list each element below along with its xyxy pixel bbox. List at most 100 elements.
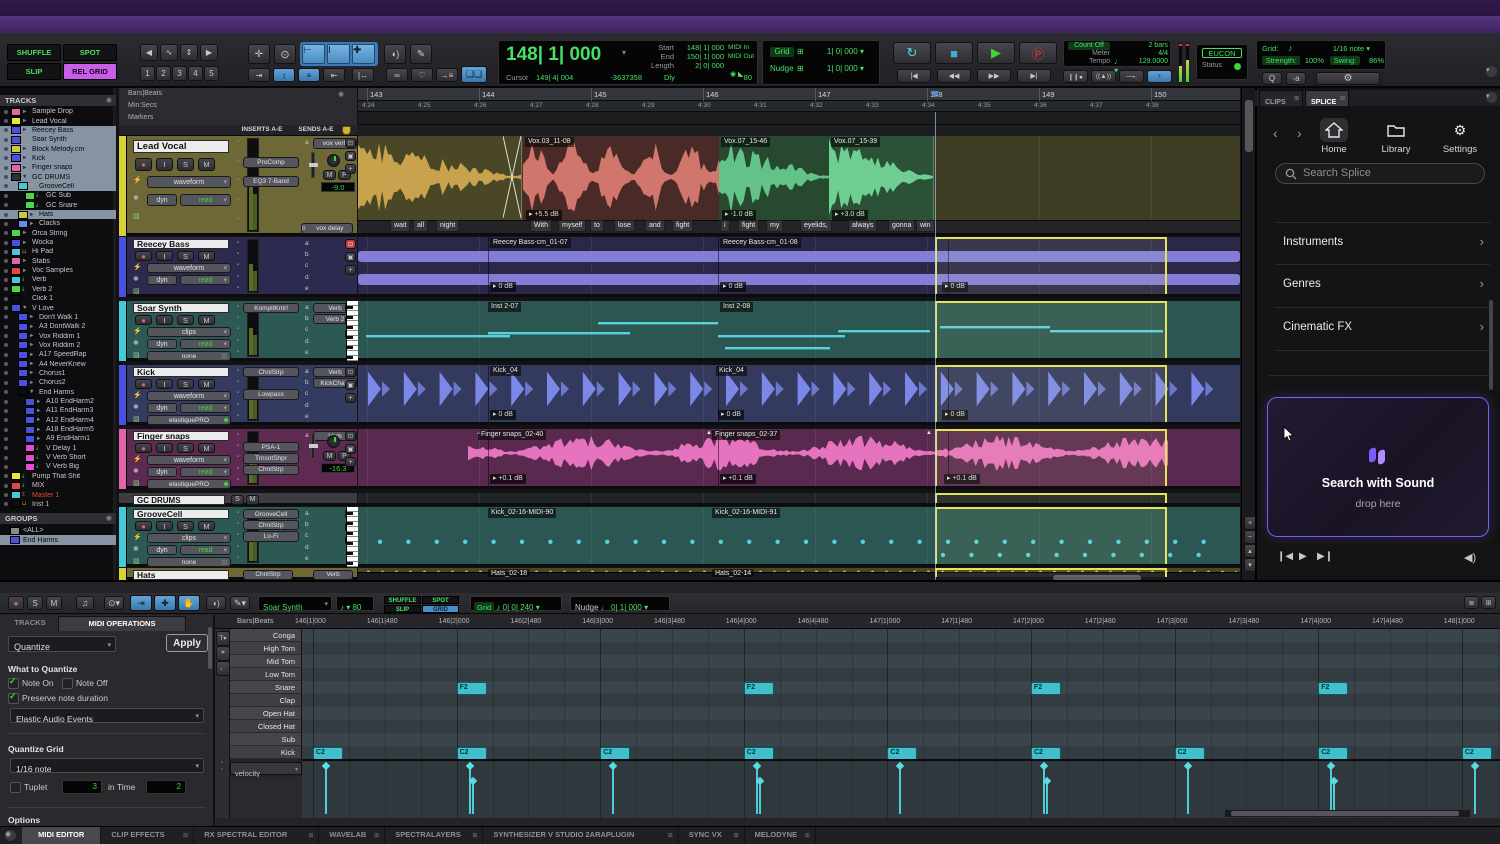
- folder-m-button[interactable]: M: [246, 495, 259, 505]
- bottom-tab-synthesizer-v-studio-2araplugin[interactable]: SYNTHESIZER V STUDIO 2ARAPLUGIN⊞: [485, 827, 678, 844]
- track-type-icon[interactable]: ►: [22, 268, 29, 274]
- midi-trim-tool-icon[interactable]: ⇥: [130, 595, 152, 611]
- track-active-dot[interactable]: [4, 213, 8, 217]
- track-name-box-finger-snaps[interactable]: Finger snaps: [133, 431, 229, 441]
- velocity-stem[interactable]: [469, 766, 471, 814]
- zoom-preset-3[interactable]: 3: [172, 66, 187, 81]
- track-type-icon[interactable]: ⊔: [22, 249, 29, 255]
- record-arm-button-reecey-bass[interactable]: ●: [135, 251, 152, 261]
- zoom-out-arrow-icon[interactable]: ◀: [140, 44, 158, 61]
- countoff-button[interactable]: ⟶.: [1119, 70, 1144, 83]
- track-options-button-finger-snaps[interactable]: ⊡: [345, 431, 356, 441]
- track-list-item-v-delay-1[interactable]: ⤓ V Delay 1: [0, 444, 116, 453]
- track-list-item-click-1[interactable]: Click 1: [0, 294, 116, 303]
- track-active-dot[interactable]: [4, 241, 8, 245]
- drum-lane-name-conga[interactable]: Conga: [230, 629, 302, 642]
- send-b-lead-vocal[interactable]: bvox delay: [301, 223, 353, 234]
- input-monitor-button-lead-vocal[interactable]: I: [156, 158, 173, 171]
- bottom-tab-rx-spectral-editor[interactable]: RX SPECTRAL EDITOR⊞: [196, 827, 319, 844]
- loop-playback-button[interactable]: ↻: [893, 42, 931, 64]
- bottom-bar-menu-icon[interactable]: ◉: [5, 830, 16, 841]
- track-list-item-a18-endharm5[interactable]: ► A18 EndHarm5: [0, 425, 116, 434]
- solo-button-reecey-bass[interactable]: S: [177, 251, 194, 261]
- track-active-dot[interactable]: [4, 222, 8, 226]
- track-list-item-v-verb-big[interactable]: ⤓ V Verb Big: [0, 462, 116, 471]
- track-lane-finger-snaps[interactable]: Finger snaps_02-40Finger snaps_02-37▸ +0…: [358, 429, 1240, 489]
- track-active-dot[interactable]: [4, 138, 8, 142]
- track-type-icon[interactable]: ►: [36, 436, 43, 442]
- track-lane-groovecell[interactable]: Kick_02-16-MIDI-90Kick_02-16-MIDI-91: [358, 507, 1240, 567]
- send-hats-a[interactable]: Verb: [313, 570, 353, 580]
- elastic-audio-button[interactable]: -a: [1286, 72, 1306, 85]
- track-view-selector-kick[interactable]: waveform▾: [147, 391, 231, 401]
- track-type-icon[interactable]: ⤓: [36, 445, 43, 452]
- track-type-icon[interactable]: ►: [22, 127, 29, 133]
- track-type-icon[interactable]: ►: [29, 370, 36, 376]
- midi-mode-shuffle[interactable]: SHUFFLE: [384, 596, 421, 605]
- group-list-item--all-[interactable]: <ALL>: [0, 526, 116, 535]
- clip-gain[interactable]: ▸ 0 dB: [490, 410, 516, 420]
- velocity-diamond[interactable]: [1040, 762, 1048, 770]
- tuplet-n-field[interactable]: 3: [62, 780, 102, 794]
- tuplet-d-field[interactable]: 2: [146, 780, 186, 794]
- lyric-word[interactable]: With: [530, 220, 552, 232]
- midi-tab-midi-operations[interactable]: MIDI OPERATIONS: [58, 616, 186, 631]
- mirrored-midi-icon[interactable]: |↔: [352, 68, 374, 82]
- track-list-item-a4-neverknew[interactable]: ► A4 NeverKnew: [0, 359, 116, 368]
- clip-gain[interactable]: ▸ 0 dB: [490, 282, 516, 292]
- midi-hscroll-handle[interactable]: [1231, 811, 1459, 816]
- track-lane-kick[interactable]: Kick_04Kick_04▸ 0 dB▸ 0 dB▸ 0 dB: [358, 365, 1240, 425]
- quantize-q-button[interactable]: Q: [1262, 72, 1282, 85]
- track-freeze-button-lead-vocal[interactable]: ▣: [345, 151, 356, 161]
- track-list-item-gc-drums[interactable]: ▼ GC DRUMS: [0, 172, 116, 181]
- edit-vscrollbar[interactable]: +−▴▾: [1241, 88, 1255, 580]
- track-list-item-reecey-bass[interactable]: ► Reecey Bass: [0, 126, 116, 135]
- record-button[interactable]: Ⓟ: [1019, 42, 1057, 64]
- midi-grabber-tool-icon[interactable]: ✚: [154, 595, 176, 611]
- record-arm-button-kick[interactable]: ●: [135, 379, 152, 389]
- midi-mode-grid[interactable]: GRID: [422, 605, 459, 614]
- record-arm-button-finger-snaps[interactable]: ●: [135, 443, 152, 453]
- automation-state-reecey-bass[interactable]: read▾: [180, 275, 231, 285]
- clip-gain[interactable]: ▸ +0.1 dB: [720, 474, 756, 484]
- insertion-follows-icon[interactable]: ⇤: [323, 68, 345, 82]
- drum-lane-name-sub[interactable]: Sub: [230, 733, 302, 746]
- splice-search-input[interactable]: Search Splice: [1275, 163, 1485, 184]
- input-monitor-button-kick[interactable]: I: [156, 379, 173, 389]
- toolbar-collapse-icon[interactable]: ▾: [1486, 66, 1497, 77]
- zoom-preset-1[interactable]: 1: [140, 66, 155, 81]
- bottom-tab-clip-effects[interactable]: CLIP EFFECTS⊞: [103, 827, 194, 844]
- track-type-icon[interactable]: ►: [22, 230, 29, 236]
- pencil-tool-icon[interactable]: ✎: [410, 44, 432, 64]
- velocity-stem[interactable]: [1330, 766, 1332, 814]
- clip-gain[interactable]: ▸ 0 dB: [720, 282, 746, 292]
- midi-note-kick[interactable]: C2: [1462, 747, 1492, 759]
- track-list-item-verb[interactable]: ⤓ Verb: [0, 275, 116, 284]
- midi-solo-button[interactable]: S: [27, 596, 43, 610]
- track-freeze-button-finger-snaps[interactable]: ▣: [345, 444, 356, 454]
- track-active-dot[interactable]: [4, 400, 8, 404]
- track-add-button-finger-snaps[interactable]: +: [345, 457, 356, 467]
- zoom-preset-5[interactable]: 5: [204, 66, 219, 81]
- track-list-item-end-harms[interactable]: ▼ End Harms: [0, 388, 116, 397]
- grabber-tool-icon[interactable]: ✚: [352, 44, 375, 64]
- track-active-dot[interactable]: [4, 418, 8, 422]
- clip-gain[interactable]: ▸ 0 dB: [718, 410, 744, 420]
- midi-grid-box[interactable]: Grid ♪ 0| 0| 240 ▾: [470, 596, 562, 611]
- lyric-word[interactable]: always: [848, 220, 877, 232]
- ruler-menu-icon[interactable]: ◉: [338, 90, 350, 99]
- note-off-checkbox-row[interactable]: Note Off: [62, 678, 132, 689]
- drum-lane-name-low-tom[interactable]: Low Tom: [230, 668, 302, 681]
- drum-lane-name-closed-hat[interactable]: Closed Hat: [230, 720, 302, 733]
- track-type-icon[interactable]: ▼: [29, 389, 36, 395]
- zoom-preset-4[interactable]: 4: [188, 66, 203, 81]
- lyric-word[interactable]: gonna: [888, 220, 915, 232]
- velocity-diamond[interactable]: [896, 762, 904, 770]
- folder-name-box-gc-drums[interactable]: GC DRUMS: [133, 495, 225, 505]
- insert-kick-2[interactable]: Lowpass: [243, 389, 299, 399]
- edit-selection[interactable]: [935, 365, 1167, 425]
- clip-gain[interactable]: ▸ +5.5 dB: [526, 210, 562, 220]
- automation-state-groovecell[interactable]: read▾: [180, 545, 231, 555]
- tab-transient-icon[interactable]: ⇥: [248, 68, 270, 82]
- record-arm-button-groovecell[interactable]: ●: [135, 521, 152, 531]
